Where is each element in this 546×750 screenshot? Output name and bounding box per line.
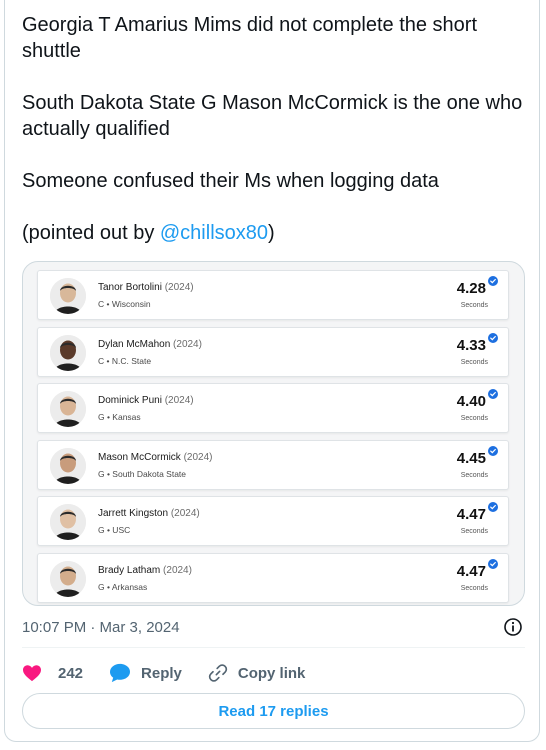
media-image[interactable]: Tanor Bortolini (2024) C • Wisconsin 4.28 S… (22, 261, 525, 606)
player-year: (2024) (164, 282, 194, 293)
player-position-school: G • Arkansas (98, 581, 148, 592)
like-button[interactable]: 242 (22, 664, 83, 682)
player-photo-icon (50, 278, 86, 314)
player-shuttle-time: 4.47 (456, 506, 486, 523)
player-card: Brady Latham (2024) G • Arkansas 4.47 Secon… (37, 552, 509, 603)
time-unit: Seconds (460, 302, 488, 309)
player-card: Jarrett Kingston (2024) G • USC 4.47 Second… (37, 496, 509, 546)
player-avatar (50, 391, 86, 427)
credit-prefix: (pointed out by (22, 222, 160, 244)
tweet-paragraph: Georgia T Amarius Mims did not complete … (22, 14, 478, 62)
tweet-paragraph: South Dakota State G Mason McCormick is … (22, 92, 523, 140)
player-avatar (50, 560, 86, 597)
verified-icon (488, 445, 498, 456)
player-card: Mason McCormick (2024) G • South Dakota S… (37, 439, 509, 490)
player-position-school: G • Kansas (98, 412, 141, 422)
tweet-card: Georgia T Amarius Mims did not complete … (4, 0, 540, 742)
player-card: Dominick Puni (2024) G • Kansas 4.40 Second… (37, 383, 509, 433)
player-position-school: C • N.C. State (98, 355, 152, 366)
tweet-credit: (pointed out by @chillsox80) (22, 220, 527, 246)
divider (22, 647, 525, 648)
player-photo-icon (50, 447, 86, 484)
player-name: Dominick Puni (98, 395, 162, 406)
reply-button[interactable]: Reply (109, 663, 182, 683)
player-year: (2024) (173, 338, 202, 350)
read-replies-button[interactable]: Read 17 replies (22, 693, 525, 729)
player-year: (2024) (164, 395, 194, 406)
player-shuttle-time: 4.40 (456, 393, 486, 410)
time-unit: Seconds (460, 528, 488, 535)
copy-link-button[interactable]: Copy link (208, 663, 306, 683)
player-name: Jarrett Kingston (98, 508, 169, 519)
player-position-school: G • USC (98, 525, 131, 535)
player-shuttle-time: 4.33 (456, 336, 486, 354)
player-avatar (50, 504, 86, 540)
player-position-school: G • South Dakota State (98, 468, 187, 479)
credit-suffix: ) (268, 222, 275, 244)
player-year: (2024) (170, 508, 200, 519)
player-card: Dylan McMahon (2024) C • N.C. State 4.33 Se… (37, 326, 509, 377)
tweet-actions: 242 Reply Copy link (22, 660, 331, 686)
verified-icon (488, 558, 498, 569)
verified-icon (488, 276, 498, 286)
player-photo-icon (50, 334, 86, 371)
player-year: (2024) (183, 451, 213, 463)
verified-icon (488, 332, 498, 343)
player-card: Tanor Bortolini (2024) C • Wisconsin 4.28 S… (37, 270, 509, 320)
time-unit: Seconds (460, 415, 488, 422)
time-unit: Seconds (460, 471, 488, 479)
verified-icon (488, 389, 498, 399)
player-photo-icon (50, 560, 86, 597)
player-name: Tanor Bortolini (98, 282, 162, 293)
player-photo-icon (50, 504, 86, 540)
player-position-school: C • Wisconsin (98, 299, 151, 309)
like-count: 242 (58, 664, 84, 682)
player-year: (2024) (163, 564, 192, 576)
time-unit: Seconds (460, 358, 488, 366)
player-avatar (50, 278, 86, 314)
player-shuttle-time: 4.45 (456, 449, 486, 467)
time-unit: Seconds (460, 584, 488, 592)
player-shuttle-time: 4.28 (456, 280, 486, 297)
verified-icon (488, 502, 498, 512)
mention-link[interactable]: @chillsox80 (160, 222, 268, 244)
reply-icon (110, 663, 131, 683)
tweet-text: Georgia T Amarius Mims did not complete … (22, 12, 527, 272)
player-shuttle-time: 4.47 (456, 562, 486, 580)
player-avatar (50, 447, 86, 484)
reply-label: Reply (141, 664, 182, 682)
player-name: Brady Latham (98, 564, 161, 576)
copy-link-label: Copy link (237, 664, 306, 682)
link-icon (208, 664, 228, 682)
player-photo-icon (50, 391, 86, 427)
player-name: Dylan McMahon (98, 338, 171, 350)
player-name: Mason McCormick (98, 451, 181, 463)
heart-icon (23, 665, 41, 682)
tweet-paragraph: Someone confused their Ms when logging d… (22, 170, 439, 192)
tweet-timestamp[interactable]: 10:07 PM · Mar 3, 2024 (22, 619, 180, 636)
player-avatar (50, 334, 86, 371)
info-icon[interactable] (503, 617, 523, 637)
